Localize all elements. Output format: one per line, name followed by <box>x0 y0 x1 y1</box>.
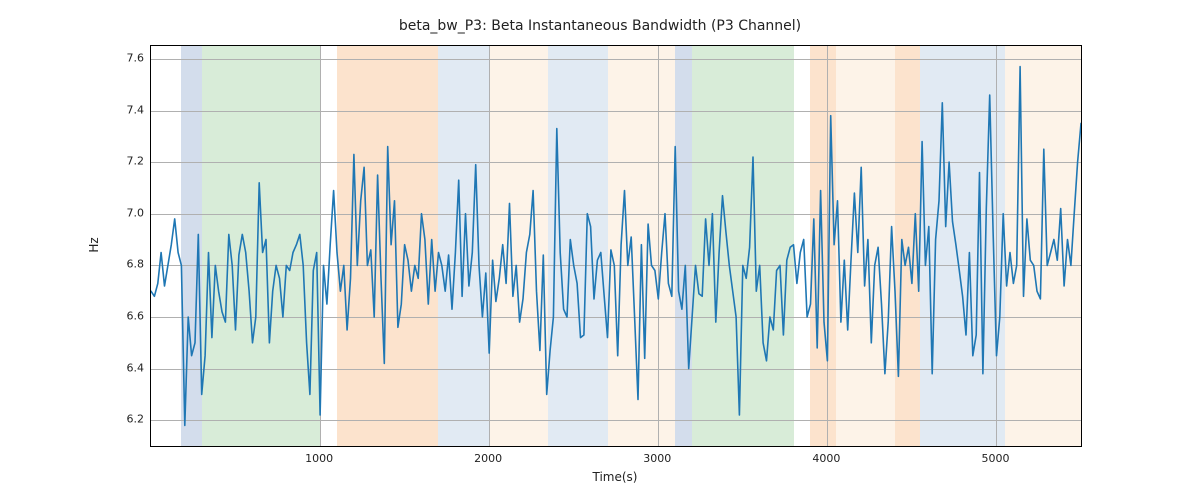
plot-area <box>150 45 1082 447</box>
y-tick-label: 7.2 <box>127 155 145 168</box>
y-axis-label: Hz <box>87 237 101 252</box>
y-tick-label: 6.2 <box>127 413 145 426</box>
x-tick-label: 5000 <box>981 452 1009 465</box>
x-tick-label: 2000 <box>474 452 502 465</box>
figure: beta_bw_P3: Beta Instantaneous Bandwidth… <box>0 0 1200 500</box>
y-tick-label: 6.8 <box>127 258 145 271</box>
chart-title: beta_bw_P3: Beta Instantaneous Bandwidth… <box>0 18 1200 34</box>
line-svg <box>151 46 1081 446</box>
x-tick-label: 1000 <box>305 452 333 465</box>
y-tick-label: 7.6 <box>127 51 145 64</box>
x-tick-label: 4000 <box>812 452 840 465</box>
y-tick-label: 6.6 <box>127 309 145 322</box>
x-axis-label: Time(s) <box>593 470 638 484</box>
series-line <box>151 67 1081 426</box>
y-tick-label: 6.4 <box>127 361 145 374</box>
y-tick-label: 7.0 <box>127 206 145 219</box>
y-tick-label: 7.4 <box>127 103 145 116</box>
x-tick-label: 3000 <box>643 452 671 465</box>
